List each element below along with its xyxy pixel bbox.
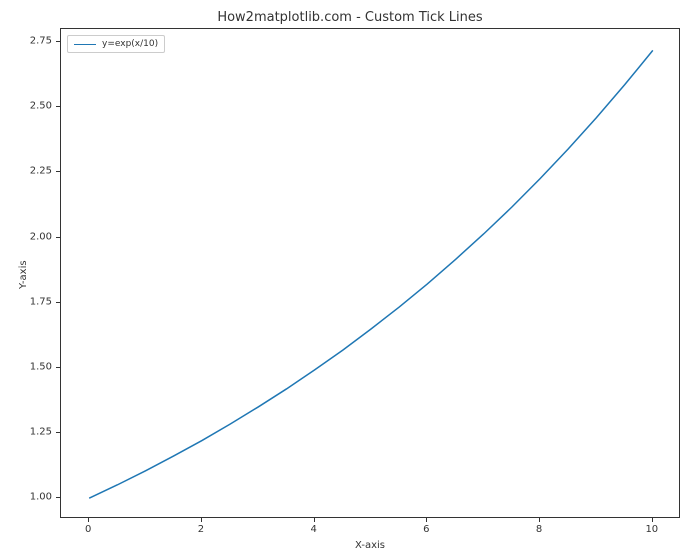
line-series	[61, 29, 681, 519]
y-tick-label: 1.00	[30, 492, 52, 503]
y-tick-mark	[56, 237, 60, 238]
x-axis-label: X-axis	[60, 540, 680, 551]
x-tick-mark	[314, 518, 315, 522]
x-tick-mark	[426, 518, 427, 522]
curve-path	[89, 50, 653, 498]
y-tick-mark	[56, 302, 60, 303]
x-tick-label: 0	[85, 524, 91, 535]
y-tick-label: 2.50	[30, 101, 52, 112]
x-tick-mark	[88, 518, 89, 522]
y-tick-mark	[56, 106, 60, 107]
y-tick-mark	[56, 41, 60, 42]
y-tick-label: 2.00	[30, 231, 52, 242]
y-tick-mark	[56, 432, 60, 433]
x-tick-label: 4	[310, 524, 316, 535]
y-tick-mark	[56, 497, 60, 498]
x-tick-mark	[201, 518, 202, 522]
y-tick-label: 1.25	[30, 426, 52, 437]
y-tick-label: 2.25	[30, 166, 52, 177]
x-tick-label: 6	[423, 524, 429, 535]
plot-area: y=exp(x/10)	[60, 28, 680, 518]
x-tick-label: 8	[536, 524, 542, 535]
y-axis-label: Y-axis	[18, 260, 29, 289]
y-tick-label: 2.75	[30, 36, 52, 47]
y-tick-mark	[56, 171, 60, 172]
x-tick-label: 2	[198, 524, 204, 535]
figure: How2matplotlib.com - Custom Tick Lines y…	[0, 0, 700, 560]
y-tick-label: 1.50	[30, 361, 52, 372]
y-tick-mark	[56, 367, 60, 368]
y-tick-label: 1.75	[30, 296, 52, 307]
x-tick-mark	[539, 518, 540, 522]
chart-title: How2matplotlib.com - Custom Tick Lines	[0, 10, 700, 25]
x-tick-label: 10	[645, 524, 658, 535]
x-tick-mark	[652, 518, 653, 522]
